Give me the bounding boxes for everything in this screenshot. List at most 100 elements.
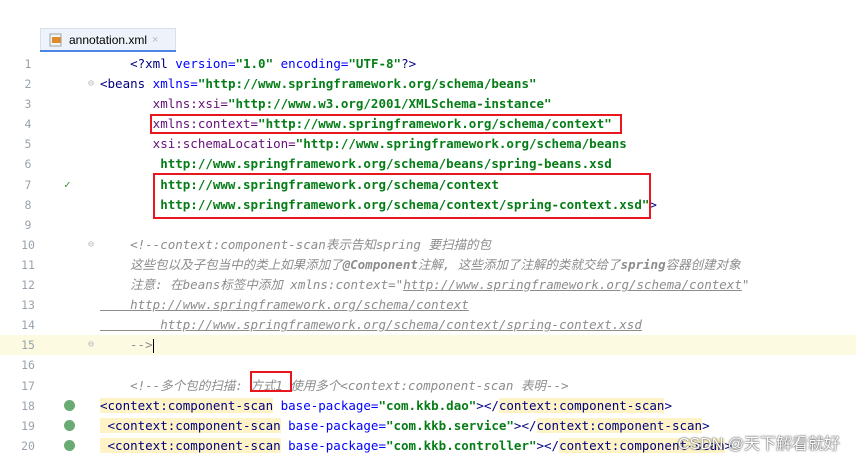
- code-token: xmlns=: [145, 76, 198, 92]
- highlight-box-method-1: [250, 371, 292, 392]
- line-number: 10: [21, 237, 35, 252]
- close-icon[interactable]: ×: [152, 34, 158, 46]
- code-token: ></: [536, 437, 560, 453]
- line-number: 8: [24, 197, 32, 212]
- code-token: 容器创建对象: [665, 256, 741, 272]
- spring-bean-icon[interactable]: [64, 436, 75, 456]
- code-token: 注意: 在beans标签中添加 xmlns:context=": [100, 277, 404, 293]
- code-token: "com.kkb.service": [385, 417, 514, 433]
- code-token: "UTF-8": [348, 56, 402, 71]
- code-line[interactable]: 12 注意: 在beans标签中添加 xmlns:context="http:/…: [0, 275, 856, 295]
- line-number: 11: [21, 257, 35, 272]
- code-text: <!--多个包的扫描: 方式1 使用多个<context:component-s…: [100, 376, 569, 396]
- code-text: <context:component-scan base-package="co…: [100, 436, 732, 456]
- code-token: "1.0": [235, 56, 274, 71]
- code-token: version=: [167, 56, 236, 71]
- code-token: xsi:schemaLocation=: [100, 136, 296, 152]
- line-number: 3: [24, 97, 32, 112]
- code-line[interactable]: 17 <!--多个包的扫描: 方式1 使用多个<context:componen…: [0, 376, 856, 396]
- code-text: <beans xmlns="http://www.springframework…: [100, 74, 537, 94]
- code-token: -->: [100, 337, 153, 353]
- code-token: <beans: [100, 76, 146, 92]
- code-token: <context:component-scan: [100, 397, 274, 413]
- code-text: 注意: 在beans标签中添加 xmlns:context="http://ww…: [100, 275, 749, 295]
- code-token: ></: [513, 417, 537, 433]
- code-token: "com.kkb.dao": [378, 397, 477, 413]
- code-token: ": [741, 277, 750, 293]
- line-number: 14: [21, 318, 35, 333]
- code-token: 这些包以及子包当中的类上如果添加了: [100, 256, 343, 272]
- line-number: 17: [21, 378, 35, 393]
- code-line[interactable]: 1 <?xml version="1.0" encoding="UTF-8"?>: [0, 54, 856, 74]
- code-text: <!--context:component-scan表示告知spring 要扫描…: [100, 235, 491, 255]
- tab-annotation-xml[interactable]: annotation.xml ×: [40, 28, 176, 51]
- code-text: <context:component-scan base-package="co…: [100, 396, 672, 416]
- code-line[interactable]: 2 ⊖ <beans xmlns="http://www.springframewo…: [0, 74, 856, 94]
- code-token: xmlns:xsi=: [100, 96, 228, 112]
- line-number: 18: [21, 398, 35, 413]
- code-text: 这些包以及子包当中的类上如果添加了@Component注解, 这些添加了注解的类…: [100, 255, 741, 275]
- code-token: ></: [476, 397, 499, 413]
- xml-file-icon: [49, 33, 63, 47]
- line-number: 1: [24, 57, 32, 71]
- code-text: -->: [100, 335, 154, 355]
- code-token: base-package=: [280, 437, 386, 453]
- code-token: ?>: [401, 56, 417, 71]
- code-text: <context:component-scan base-package="co…: [100, 416, 710, 436]
- line-number: 9: [24, 217, 32, 232]
- code-text: xmlns:xsi="http://www.w3.org/2001/XMLSch…: [100, 94, 552, 114]
- code-line[interactable]: 13 http://www.springframework.org/schema…: [0, 295, 856, 315]
- code-line[interactable]: 18 <context:component-scan base-package="…: [0, 396, 856, 416]
- code-line[interactable]: 3 xmlns:xsi="http://www.w3.org/2001/XMLS…: [0, 94, 856, 114]
- code-line[interactable]: 14 http://www.springframework.org/schema…: [0, 315, 856, 335]
- code-token: 注解, 这些添加了注解的类就交给了: [417, 256, 621, 272]
- tab-filename: annotation.xml: [69, 33, 148, 47]
- code-token: "http://www.springframework.org/schema/b…: [295, 136, 627, 152]
- code-line[interactable]: 5 xsi:schemaLocation="http://www.springf…: [0, 134, 856, 154]
- line-number: 13: [21, 298, 35, 313]
- line-number: 19: [21, 418, 35, 433]
- line-number: 15: [21, 338, 35, 353]
- checkmark-icon: ✓: [64, 177, 71, 191]
- editor-tab-bar: annotation.xml ×: [0, 0, 856, 52]
- code-token: <?xml: [130, 56, 168, 71]
- code-token: >: [664, 397, 672, 413]
- code-text: http://www.springframework.org/schema/be…: [100, 154, 612, 174]
- code-token: spring: [620, 256, 666, 272]
- fold-marker-icon[interactable]: ⊖: [88, 235, 94, 255]
- code-token: <!--context:component-scan表示告知spring 要扫描…: [100, 236, 491, 252]
- line-number: 4: [24, 117, 32, 132]
- line-number: 6: [24, 157, 32, 172]
- spring-bean-icon[interactable]: [64, 396, 75, 416]
- code-line[interactable]: 16: [0, 355, 856, 375]
- code-token: base-package=: [280, 417, 386, 433]
- line-number: 2: [24, 77, 32, 92]
- code-token: base-package=: [273, 397, 379, 413]
- highlight-box-schema-context: [153, 173, 651, 219]
- code-text: http://www.springframework.org/schema/co…: [100, 295, 469, 315]
- line-number: 20: [21, 438, 35, 453]
- highlight-box-xmlns-context: [150, 114, 622, 134]
- code-line[interactable]: 6 http://www.springframework.org/schema/…: [0, 154, 856, 174]
- code-token: <context:component-scan: [100, 437, 281, 453]
- watermark: CSDN @天下解看就好: [677, 436, 840, 453]
- code-token: <context:component-scan: [100, 417, 281, 433]
- code-token: http://www.springframework.org/schema/co…: [100, 317, 642, 333]
- code-token: "com.kkb.controller": [385, 437, 537, 453]
- code-token: encoding=: [273, 56, 349, 71]
- code-line[interactable]: 10 ⊖ <!--context:component-scan表示告知spring…: [0, 235, 856, 255]
- code-text: <?xml version="1.0" encoding="UTF-8"?>: [100, 54, 416, 74]
- text-cursor: [152, 338, 154, 353]
- code-token: <!--多个包的扫描: 方式1 使用多个<context:component-s…: [100, 377, 569, 393]
- code-line[interactable]: 15 ⊖ -->: [0, 335, 856, 356]
- fold-marker-icon[interactable]: ⊖: [88, 335, 94, 355]
- line-number: 16: [21, 358, 35, 373]
- code-text: xsi:schemaLocation="http://www.springfra…: [100, 134, 627, 154]
- spring-bean-icon[interactable]: [64, 416, 75, 436]
- code-token: "http://www.springframework.org/schema/b…: [197, 76, 537, 92]
- code-token: http://www.springframework.org/schema/co…: [403, 277, 742, 293]
- code-token: http://www.springframework.org/schema/co…: [100, 297, 469, 313]
- fold-marker-icon[interactable]: ⊖: [88, 74, 94, 94]
- code-line[interactable]: 11 这些包以及子包当中的类上如果添加了@Component注解, 这些添加了注…: [0, 255, 856, 275]
